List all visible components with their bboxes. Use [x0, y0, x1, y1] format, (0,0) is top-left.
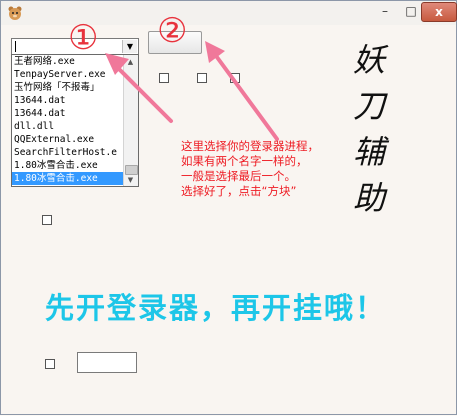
checkbox-2[interactable] — [197, 73, 207, 83]
close-button[interactable]: x — [421, 2, 457, 22]
checkbox-1[interactable] — [159, 73, 169, 83]
annotation-line: 一般是选择最后一个。 — [181, 169, 296, 183]
scroll-up-icon[interactable]: ▲ — [124, 55, 137, 68]
app-window: – □ x ▼ 王者网络.exe TenpayServer.exe 玉竹网络「不报毒… — [0, 0, 457, 415]
chevron-down-icon[interactable]: ▼ — [122, 40, 137, 53]
checkbox-4[interactable] — [42, 215, 52, 225]
list-item[interactable]: dll.dll — [12, 120, 125, 133]
scroll-down-icon[interactable]: ▼ — [124, 173, 137, 186]
list-item[interactable]: 13644.dat — [12, 107, 125, 120]
side-title-char: 刀 — [352, 87, 385, 125]
checkbox-5[interactable] — [45, 359, 55, 369]
instruction-banner: 先开登录器，再开挂哦！ — [45, 291, 387, 325]
list-item[interactable]: 1.80冰雪合击.exe — [12, 172, 125, 185]
side-title-char: 辅 — [352, 133, 385, 171]
text-caret — [15, 41, 16, 52]
list-item[interactable]: SearchFilterHost.e — [12, 146, 125, 159]
instruction-annotation: 这里选择你的登录器进程， 如果有两个名字一样的， 一般是选择最后一个。 选择好了… — [181, 139, 351, 199]
annotation-line: 选择好了，点击“方块” — [181, 184, 297, 198]
list-item[interactable]: 13644.dat — [12, 94, 125, 107]
list-item[interactable]: QQExternal.exe — [12, 133, 125, 146]
minimize-button[interactable]: – — [372, 1, 398, 21]
list-item[interactable]: TenpayServer.exe — [12, 68, 125, 81]
checkbox-3[interactable] — [230, 73, 240, 83]
bear-app-icon — [8, 6, 22, 20]
side-title: 妖 刀 辅 助 — [349, 37, 389, 221]
annotation-line: 这里选择你的登录器进程， — [181, 139, 319, 153]
value-input[interactable] — [77, 352, 137, 373]
process-list-items: 王者网络.exe TenpayServer.exe 玉竹网络「不报毒」 13644.d… — [12, 55, 125, 185]
list-scrollbar[interactable]: ▲ ▼ — [123, 55, 138, 186]
list-item[interactable]: 玉竹网络「不报毒」 — [12, 81, 125, 94]
callout-number-two: ② — [157, 11, 188, 51]
side-title-char: 妖 — [352, 41, 385, 79]
arrow-to-square-button — [205, 41, 279, 141]
annotation-line: 如果有两个名字一样的， — [181, 154, 308, 168]
side-title-char: 助 — [352, 179, 385, 217]
process-dropdown-list[interactable]: 王者网络.exe TenpayServer.exe 玉竹网络「不报毒」 13644.d… — [11, 54, 139, 187]
list-item[interactable]: 1.80冰雪合击.exe — [12, 159, 125, 172]
callout-number-one: ① — [68, 18, 99, 58]
